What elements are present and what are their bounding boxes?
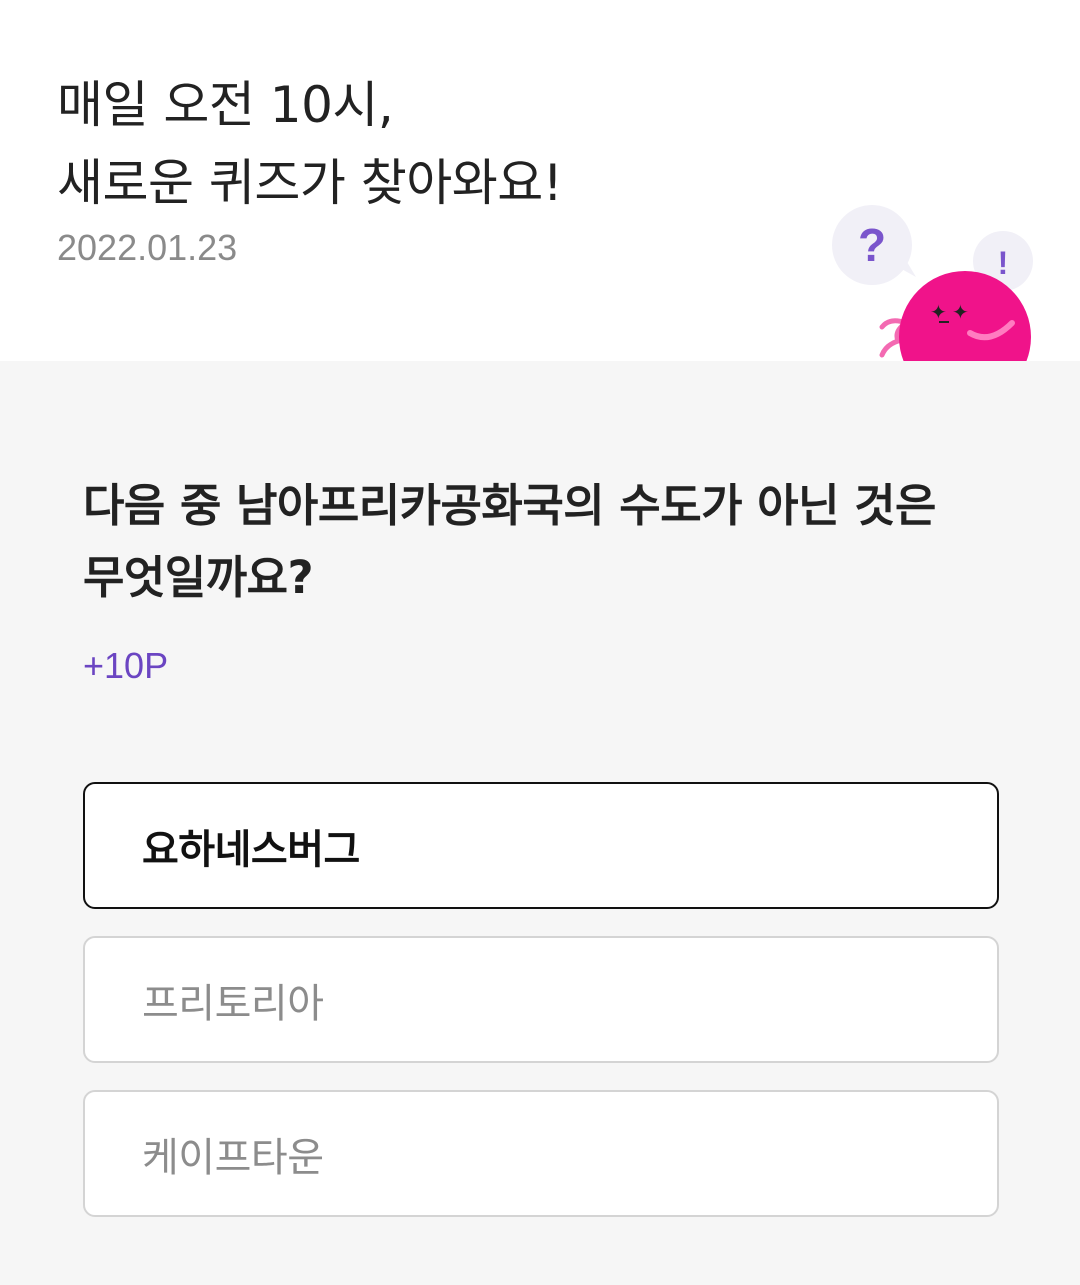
points-reward-label: +10P [83,645,169,686]
question-bubble-icon: ? [832,205,916,285]
answer-option-label: 케이프타운 [142,1134,324,1181]
svg-text:✦: ✦ [930,300,947,324]
answer-option-3[interactable]: 케이프타운 [83,1090,999,1217]
answer-option-1[interactable]: 요하네스버그 [83,782,999,909]
answer-option-2[interactable]: 프리토리아 [83,936,999,1063]
exclamation-mark: ! [998,245,1009,281]
question-text: 다음 중 남아프리카공화국의 수도가 아닌 것은 무엇일까요? [83,470,1013,614]
answer-option-label: 요하네스버그 [142,826,360,873]
page-title: 매일 오전 10시, 새로운 퀴즈가 찾아와요! [57,66,563,222]
question-line-1: 다음 중 남아프리카공화국의 수도가 아닌 것은 [83,479,936,532]
question-mark: ? [858,219,886,271]
answer-option-label: 프리토리아 [142,980,324,1027]
quiz-question: 다음 중 남아프리카공화국의 수도가 아닌 것은 무엇일까요? [83,470,1013,614]
quiz-date: 2022.01.23 [57,227,238,268]
title-line-2: 새로운 퀴즈가 찾아와요! [57,154,563,212]
question-line-2: 무엇일까요? [83,551,314,604]
title-line-1: 매일 오전 10시, [57,76,394,134]
quiz-mascot-icon: ? ! ✦ ✦ [832,205,1033,361]
svg-text:✦: ✦ [952,300,969,324]
quiz-header: 매일 오전 10시, 새로운 퀴즈가 찾아와요! 2022.01.23 ? ! … [0,0,1080,361]
